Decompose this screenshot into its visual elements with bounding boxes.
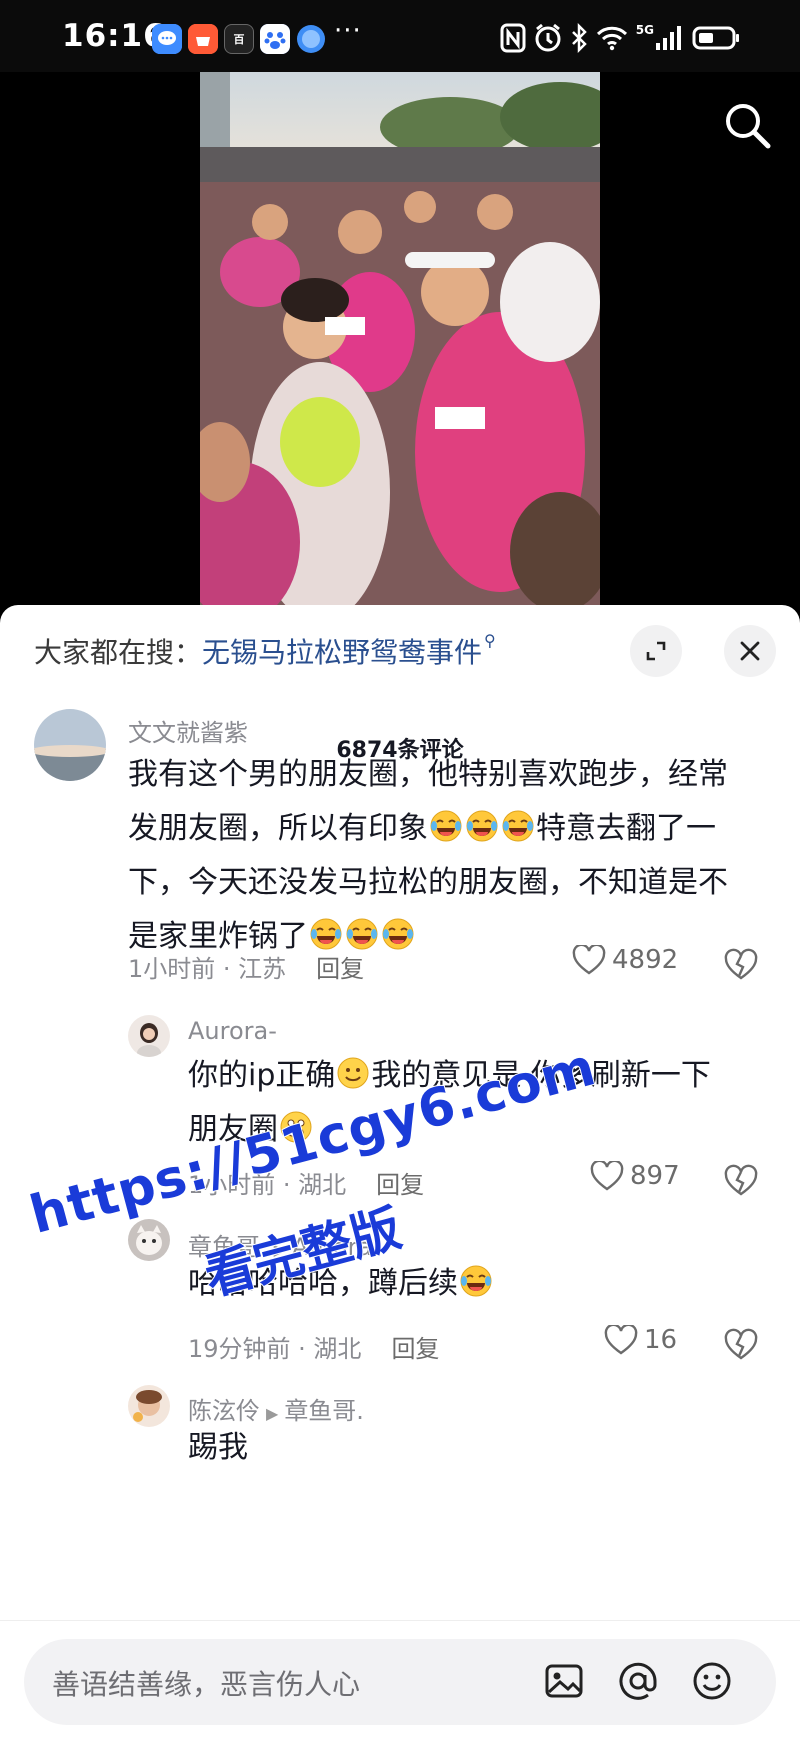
news-icon: 百 [224, 24, 254, 54]
wifi-icon [596, 26, 627, 51]
laugh-cry-emoji-icon [381, 915, 415, 950]
like-count: 4892 [612, 945, 679, 975]
comment-input-bar: 善语结善缘，恶言伤人心 [0, 1620, 800, 1741]
network-type: 5G [635, 23, 654, 37]
heart-icon [604, 1325, 638, 1355]
emoji-icon[interactable] [690, 1659, 734, 1703]
alarm-icon [535, 23, 561, 52]
more-notifications-icon: ··· [334, 16, 362, 46]
search-icon[interactable] [722, 100, 774, 152]
like-button[interactable]: 16 [604, 1325, 677, 1355]
search-small-icon: ⚲ [484, 631, 496, 650]
expand-button[interactable] [630, 625, 682, 677]
comment-author[interactable]: Aurora- [188, 1017, 277, 1045]
video-frame-image [200, 72, 600, 612]
browser-icon [296, 24, 326, 54]
comment-sheet: 大家都在搜：无锡马拉松野鸳鸯事件 ⚲ 6874条评论 文文就酱紫 我有这个男的朋友… [0, 605, 800, 1741]
like-button[interactable]: 897 [590, 1161, 680, 1191]
dislike-heart-icon[interactable] [724, 1164, 758, 1198]
comment-text: 我有这个男的朋友圈，他特别喜欢跑步，经常 发朋友圈，所以有印象 特意去翻了一 下，… [128, 757, 728, 954]
message-icon [152, 24, 182, 54]
like-count: 16 [644, 1325, 678, 1355]
laugh-cry-emoji-icon [309, 915, 343, 950]
comment-meta: 1小时前 · 江苏 回复 [128, 955, 365, 983]
dislike-heart-icon[interactable] [724, 1328, 758, 1362]
input-placeholder: 善语结善缘，恶言伤人心 [52, 1668, 361, 1701]
close-icon [740, 641, 760, 661]
5g-signal-icon [656, 26, 681, 50]
avatar[interactable] [128, 1219, 170, 1261]
at-mention-icon[interactable] [616, 1659, 660, 1703]
comment-text: 哈哈哈哈哈，蹲后续 [188, 1257, 768, 1311]
comment-input[interactable]: 善语结善缘，恶言伤人心 [24, 1639, 776, 1725]
avatar[interactable] [34, 709, 106, 781]
laugh-cry-emoji-icon [465, 807, 499, 842]
baidu-icon [260, 24, 290, 54]
battery-icon [692, 26, 739, 50]
status-bar: 16:16 百 ··· 5G [0, 0, 800, 72]
nfc-icon [500, 23, 526, 53]
comment-author[interactable]: 文文就酱紫 [128, 713, 248, 748]
shop-icon [188, 24, 218, 54]
avatar[interactable] [128, 1015, 170, 1057]
smile-emoji-icon [336, 1054, 370, 1089]
like-count: 897 [630, 1161, 680, 1191]
laugh-cry-emoji-icon [429, 807, 463, 842]
expand-icon [646, 641, 666, 661]
laugh-cry-emoji-icon [459, 1262, 493, 1297]
status-indicators: 5G [500, 22, 740, 54]
bluetooth-icon [571, 23, 587, 53]
comment-meta: 1小时前 · 湖北 回复 [188, 1171, 425, 1199]
close-button[interactable] [724, 625, 776, 677]
dislike-heart-icon[interactable] [724, 948, 758, 982]
reply-button[interactable]: 回复 [376, 1171, 424, 1199]
reply-button[interactable]: 回复 [316, 955, 364, 983]
grin-emoji-icon [279, 1108, 313, 1143]
video-player[interactable] [0, 72, 800, 612]
image-icon[interactable] [542, 1659, 586, 1703]
comment-meta: 19分钟前 · 湖北 回复 [188, 1335, 440, 1363]
laugh-cry-emoji-icon [501, 807, 535, 842]
hot-search-prefix: 大家都在搜： [34, 636, 203, 669]
like-button[interactable]: 4892 [572, 945, 678, 975]
hot-search-link[interactable]: 无锡马拉松野鸳鸯事件 ⚲ [202, 631, 496, 669]
status-time: 16:16 [62, 18, 166, 54]
comment-text: 踢我 [188, 1430, 248, 1465]
hot-search-bar: 大家都在搜：无锡马拉松野鸳鸯事件 ⚲ [34, 631, 496, 671]
reply-button[interactable]: 回复 [391, 1335, 439, 1363]
comment-text: 你的ip正确 我的意见是 你多刷新一下 朋友圈 [188, 1049, 768, 1157]
avatar[interactable] [128, 1385, 170, 1427]
laugh-cry-emoji-icon [345, 915, 379, 950]
heart-icon [590, 1161, 624, 1191]
heart-icon [572, 945, 606, 975]
